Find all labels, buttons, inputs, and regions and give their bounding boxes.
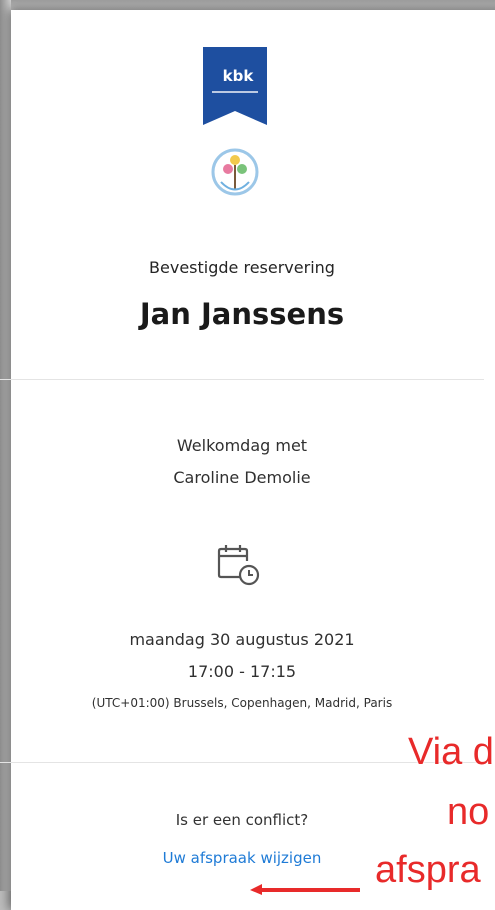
appointment-datetime: maandag 30 augustus 2021 17:00 - 17:15 xyxy=(0,624,484,688)
appointment-time: 17:00 - 17:15 xyxy=(187,662,297,681)
booking-status: Bevestigde reservering xyxy=(149,258,335,277)
calendar-clock-icon xyxy=(215,543,261,589)
divider xyxy=(0,379,484,380)
appointment-timezone: (UTC+01:00) Brussels, Copenhagen, Madrid… xyxy=(91,696,393,710)
annotation-line-2: no xyxy=(447,791,490,833)
service-line-1: Welkomdag met xyxy=(176,436,308,455)
logo-text: kbk xyxy=(223,67,255,85)
annotation-line-1: Via d xyxy=(408,731,494,773)
kbk-logo: kbk xyxy=(203,47,283,217)
customer-name: Jan Janssens xyxy=(139,297,345,331)
annotation-line-3: afspra xyxy=(375,849,481,891)
annotation-arrow-icon xyxy=(250,880,360,895)
staff-name: Caroline Demolie xyxy=(173,468,311,487)
service-info: Welkomdag met Caroline Demolie xyxy=(0,430,484,494)
appointment-date: maandag 30 augustus 2021 xyxy=(129,630,355,649)
conflict-question: Is er een conflict? xyxy=(175,811,309,829)
